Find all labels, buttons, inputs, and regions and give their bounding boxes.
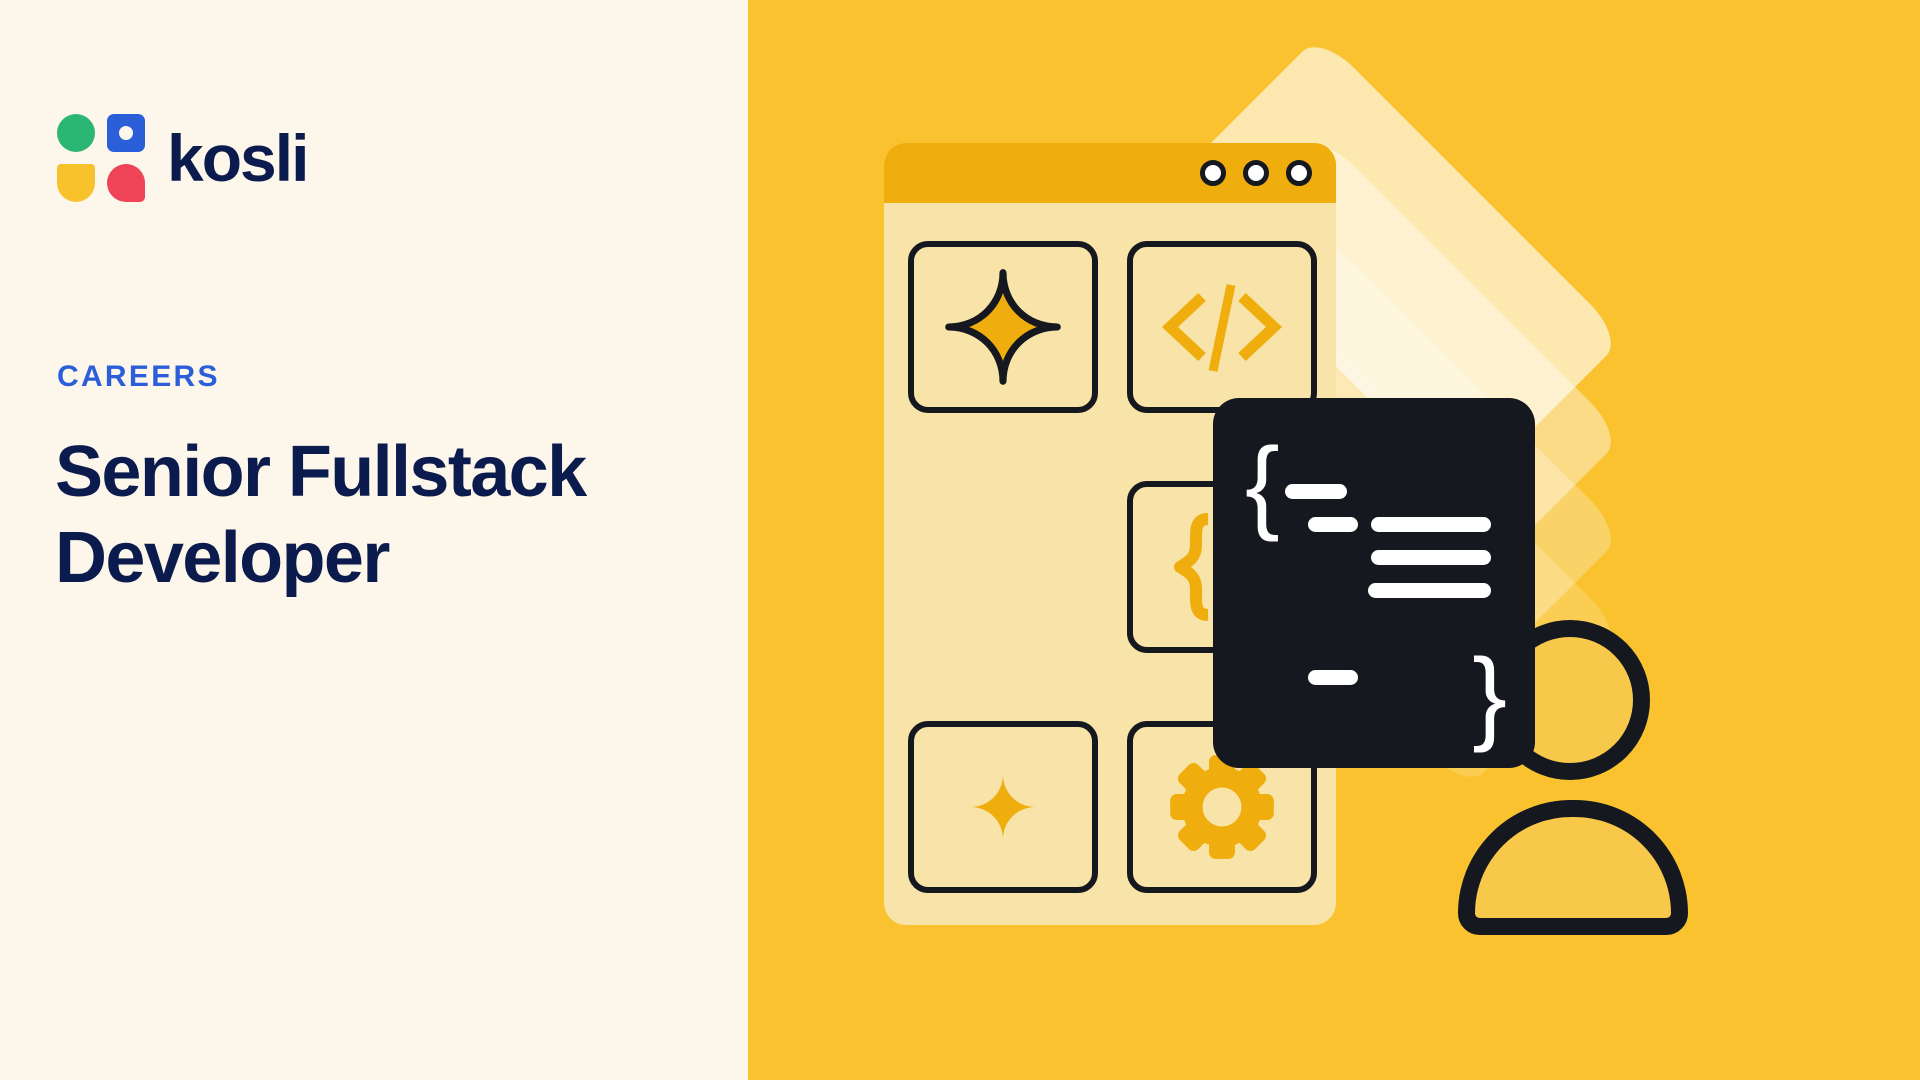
code-line-6 <box>1308 670 1358 685</box>
code-line-2 <box>1308 517 1358 532</box>
gear-icon <box>1170 755 1274 859</box>
code-line-3 <box>1371 517 1491 532</box>
kosli-logo-mark <box>57 114 145 202</box>
kosli-wordmark: kosli <box>167 121 309 195</box>
window-dot-3[interactable] <box>1286 160 1312 186</box>
four-point-star-small-icon <box>970 774 1036 840</box>
logo-blue-square-hole <box>119 126 133 140</box>
avatar-body <box>1458 800 1688 935</box>
window-dot-1[interactable] <box>1200 160 1226 186</box>
kosli-logo[interactable]: kosli <box>57 114 309 202</box>
left-content-panel: kosli CAREERS Senior Fullstack Developer <box>0 0 748 1080</box>
logo-red-drop-icon <box>107 164 145 202</box>
window-dot-2[interactable] <box>1243 160 1269 186</box>
eyebrow-label: CAREERS <box>57 360 220 393</box>
page-title: Senior Fullstack Developer <box>55 432 587 598</box>
logo-green-circle-icon <box>57 114 95 152</box>
code-line-4 <box>1371 550 1491 565</box>
right-illustration-panel: { } <box>748 0 1920 1080</box>
code-snippet-card: { } <box>1213 398 1535 768</box>
logo-yellow-half-icon <box>57 164 95 202</box>
four-point-star-outline-icon <box>945 269 1061 385</box>
code-close-brace: } <box>1472 637 1507 754</box>
developer-workspace-illustration: { } <box>748 0 1920 1080</box>
logo-blue-square-icon <box>107 114 145 152</box>
tile-top-left[interactable] <box>908 241 1098 413</box>
tile-top-right[interactable] <box>1127 241 1317 413</box>
code-tag-icon <box>1161 284 1283 372</box>
code-line-5 <box>1368 583 1491 598</box>
window-titlebar <box>884 143 1336 203</box>
tile-bottom-left[interactable] <box>908 721 1098 893</box>
code-line-1 <box>1285 484 1347 499</box>
code-open-brace: { <box>1245 427 1280 543</box>
careers-banner: kosli CAREERS Senior Fullstack Developer <box>0 0 1920 1080</box>
